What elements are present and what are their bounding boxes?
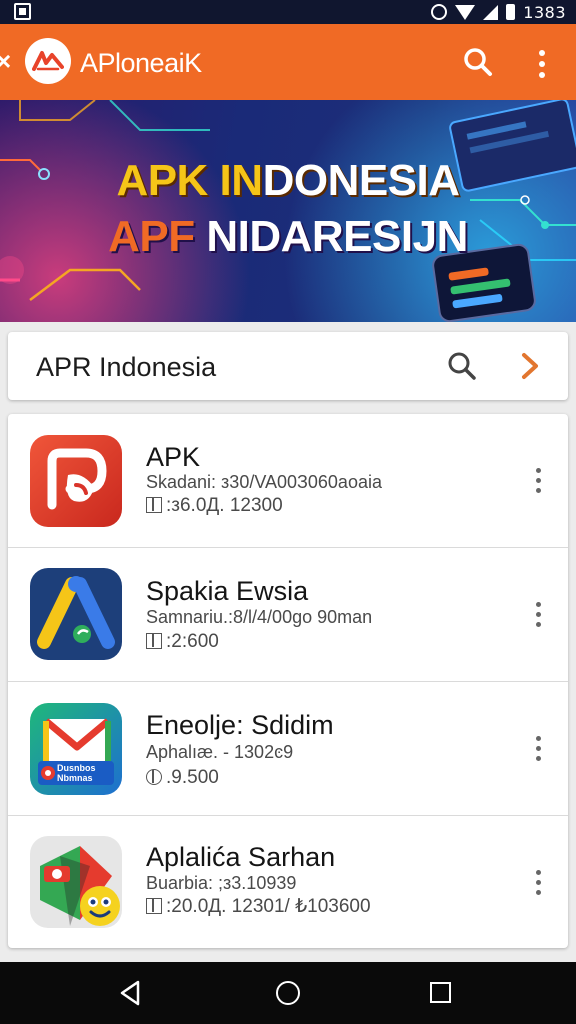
status-bar: 1383 [0,0,576,24]
promo-banner[interactable]: APK INDONESIA APF NIDARESIJN [0,100,576,322]
app-list: APK Skadani: з30/VA00З060aoaia :з6.0Д. 1… [8,414,568,948]
list-item[interactable]: Spakia Ewsia Samnariu.:8/l/4/00go 90man … [8,548,568,682]
banner-subheadline-part2: NIDARESIJN [206,212,468,261]
app-subtitle: Buarbia: ;з3.10939 [146,873,297,893]
app-icon-label: Dusnbos Nbmnas [57,763,96,783]
list-item[interactable]: Dusnbos Nbmnas Eneolje: Sdidim Aphalıæ. -… [8,682,568,816]
more-vert-icon[interactable] [528,598,548,628]
search-card[interactable]: APR Indonesia [8,332,568,400]
status-icons: 1383 [431,2,566,22]
app-title: APK [146,442,201,472]
banner-subheadline: APF NIDARESIJN [0,212,576,262]
app-subtitle: Aphalıæ. - 1302ͼ9 [146,742,294,762]
banner-headline-part2: DONESIA [262,156,460,205]
clock-icon [146,769,162,785]
banner-headline: APK INDONESIA [0,156,576,206]
signal-icon [483,4,499,20]
navigation-bar [0,962,576,1024]
notification-icon [14,3,31,20]
search-icon[interactable] [462,46,494,78]
list-item[interactable]: Aplalića Sarhan Buarbia: ;з3.10939 :20.0… [8,816,568,948]
app-icon-apk [30,435,122,527]
more-vert-icon[interactable] [528,732,548,762]
app-title: Aplalića Sarhan [146,842,336,872]
app-subtitle: Samnariu.:8/l/4/00go 90man [146,607,373,627]
app-meta: .9.500 [146,767,219,789]
banner-headline-part1: APK IN [116,156,263,205]
more-vert-icon[interactable] [528,866,548,896]
circuit-decoration [0,100,576,322]
search-card-label: APR Indonesia [36,352,217,382]
app-title: Eneolje: Sdidim [146,710,334,740]
back-icon[interactable] [118,980,142,1011]
calendar-icon [146,633,162,649]
home-icon[interactable] [276,981,300,1005]
list-item[interactable]: APK Skadani: з30/VA00З060aoaia :з6.0Д. 1… [8,414,568,548]
close-icon[interactable]: × [0,48,14,74]
app-title: APloneaiK [80,48,202,78]
calendar-icon [146,497,162,513]
app-meta: :2:600 [146,631,219,653]
app-icon-aplalica [30,836,122,928]
search-icon[interactable] [446,350,478,382]
app-subtitle: Skadani: з30/VA00З060aoaia [146,472,382,492]
app-bar: × APloneaiK [0,24,576,100]
battery-icon [506,4,516,20]
recents-icon[interactable] [430,982,451,1003]
app-meta-text: :з6.0Д. 12300 [166,495,283,516]
app-meta-text: :20.0Д. 12301/ ₺103600 [166,896,371,917]
more-vert-icon[interactable] [528,464,548,494]
app-icon-mail: Dusnbos Nbmnas [30,703,122,795]
app-meta: :20.0Д. 12301/ ₺103600 [146,895,371,918]
app-meta-text: :2:600 [166,631,219,652]
status-time: 1383 [523,2,566,22]
wifi-icon [455,4,476,20]
alarm-icon [431,4,448,20]
logo-icon [25,38,71,84]
chevron-right-icon[interactable] [516,350,544,382]
calendar-icon [146,898,162,914]
app-meta: :з6.0Д. 12300 [146,495,283,517]
app-icon-spakia [30,568,122,660]
more-vert-icon[interactable] [530,46,554,78]
app-title: Spakia Ewsia [146,576,309,606]
banner-subheadline-part1: APF [108,212,207,261]
app-meta-text: .9.500 [166,767,219,788]
